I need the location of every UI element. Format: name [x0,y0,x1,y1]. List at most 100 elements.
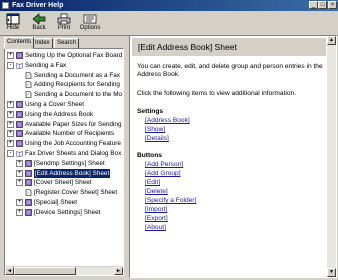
svg-text:?: ? [27,191,29,196]
help-app-icon [2,2,9,9]
window-title: Fax Driver Help [12,2,64,9]
tree-item[interactable]: + Using the Address Book [7,110,123,119]
tree-item-label: Sending a Fax [25,61,67,69]
tree-item[interactable]: + [Device Settings] Sheet [7,208,123,217]
tree-item-label: Using the Address Book [25,110,94,118]
tree-item[interactable]: + [Special] Sheet [7,198,123,207]
page-icon: ? [25,189,32,196]
minimize-button[interactable]: _ [309,1,318,9]
print-label: Print [57,25,71,31]
scroll-right-icon[interactable]: ► [114,267,123,275]
book-closed-icon [25,169,32,177]
expand-icon[interactable]: + [16,169,23,177]
tree-item[interactable]: + Available Paper Sizes for Sending [7,120,123,129]
scroll-up-icon[interactable]: ▲ [327,36,336,45]
link-add-person[interactable]: [Add Person] [145,161,183,169]
tree-item-label: Sending a Document to the Mo [34,91,123,99]
tree-item[interactable]: - Fax Driver Sheets and Dialog Box [7,149,123,158]
topic-vertical-scrollbar[interactable]: ▲ ▼ [327,36,336,277]
expand-icon[interactable]: + [16,159,23,167]
tree-item-label: Available Paper Sizes for Sending [25,120,122,128]
expand-icon[interactable]: + [7,120,14,128]
tree-item-label: Sending a Document as a Fax [34,71,120,79]
link-export[interactable]: [Export] [145,215,168,223]
print-button[interactable]: Print [53,12,75,34]
tree-horizontal-scrollbar[interactable]: ◄ ► [5,266,123,275]
book-closed-icon [16,52,23,59]
options-button[interactable]: Options [78,12,102,34]
link-address-book[interactable]: [Address Book] [145,117,190,125]
back-arrow-icon [32,13,46,25]
book-closed-icon [16,120,23,128]
link-delete[interactable]: [Delete] [145,188,168,196]
hint-text: Click the following items to view additi… [137,90,297,97]
book-closed-icon [25,208,32,216]
tree-item[interactable]: + [Cover Sheet] Sheet [7,178,123,187]
tree-item[interactable]: + Available Number of Recipients [7,129,123,138]
expand-icon[interactable]: + [16,199,23,206]
printer-icon [57,13,71,25]
back-label: Back [32,25,46,31]
book-closed-icon [16,130,23,138]
tree-item[interactable]: + [Edit Address Book] Sheet [7,167,123,179]
page-icon: ? [25,81,32,89]
scroll-thumb[interactable] [14,267,76,275]
expand-icon[interactable]: + [7,130,14,138]
close-button[interactable]: × [328,1,337,9]
svg-text:?: ? [27,73,29,78]
link-edit[interactable]: [Edit] [145,179,160,187]
options-icon [83,14,97,24]
page-icon: ? [25,91,32,98]
book-closed-icon [16,101,23,108]
toolbar: Hide Back Print Options [0,11,338,36]
settings-heading: Settings [137,108,164,115]
hide-icon [6,13,20,25]
link-add-group[interactable]: [Add Group] [145,170,181,178]
tree-item[interactable]: + Using the Job Accounting Feature [7,139,123,148]
tree-item-label: Available Number of Recipients [25,130,115,138]
expand-icon[interactable]: + [7,101,14,108]
link-specify-folder[interactable]: [Specify a Folder] [145,197,196,205]
tree-item[interactable]: ? Adding Recipients for Sending [7,80,123,89]
title-bar[interactable]: Fax Driver Help _ □ × [0,0,338,11]
tree-item[interactable]: ? Sending a Document to the Mo [7,90,123,99]
topic-pane: [Edit Address Book] Sheet You can create… [129,35,337,278]
book-open-icon [16,150,23,157]
tree-item-label: Using the Job Accounting Feature [25,140,121,148]
tree-item-label: Adding Recipients for Sending [34,81,120,89]
tree-item-label: [Edit Address Book] Sheet [32,167,112,179]
tree-item[interactable]: + Setting Up the Optional Fax Board [7,51,123,60]
intro-text: You can create, edit, and delete group a… [137,63,323,78]
book-closed-icon [16,110,23,118]
maximize-button[interactable]: □ [318,1,327,9]
expand-icon[interactable]: + [7,140,14,148]
scroll-down-icon[interactable]: ▼ [327,268,336,277]
tree-item[interactable]: - Sending a Fax [7,61,123,70]
tab-contents[interactable]: Contents [4,37,35,49]
scroll-left-icon[interactable]: ◄ [5,267,14,275]
expand-icon[interactable]: + [7,110,14,118]
expand-icon[interactable]: + [16,179,23,187]
expand-icon[interactable]: + [7,52,14,59]
link-show[interactable]: [Show] [145,126,165,134]
book-open-icon [16,62,23,69]
link-import[interactable]: [Import] [145,206,167,214]
tree-item[interactable]: ? [Register Cover Sheet] Sheet [7,188,123,197]
svg-text:?: ? [27,83,29,88]
hide-button[interactable]: Hide [2,12,24,34]
link-details[interactable]: [Details] [145,135,169,143]
collapse-icon[interactable]: - [7,61,14,69]
tree-item-label: Using a Cover Sheet [25,101,84,108]
link-about[interactable]: [About] [145,224,166,232]
tree-item[interactable]: + [Sendmp Settings] Sheet [7,159,123,168]
contents-tree[interactable]: + Setting Up the Optional Fax Board - Sendi… [4,48,124,276]
book-closed-icon [25,199,32,206]
expand-icon[interactable]: + [16,208,23,216]
collapse-icon[interactable]: - [7,150,14,157]
tree-item[interactable]: ? Sending a Document as a Fax [7,71,123,80]
topic-header: [Edit Address Book] Sheet [132,38,326,56]
back-button[interactable]: Back [28,12,50,34]
page-title: [Edit Address Book] Sheet [138,42,237,52]
tree-item[interactable]: + Using a Cover Sheet [7,100,123,109]
svg-text:?: ? [27,93,29,98]
